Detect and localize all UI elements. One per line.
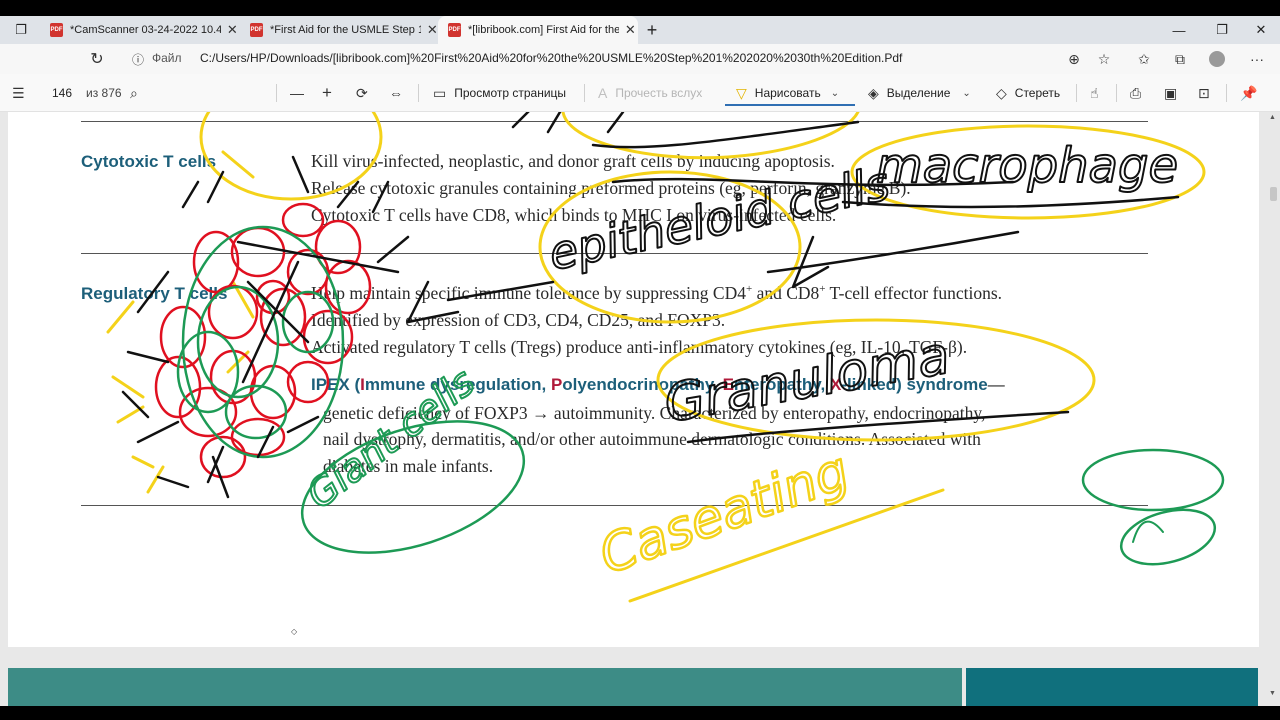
search-icon[interactable]: ⌕ — [130, 82, 138, 104]
ink-small-diamond: ◇ — [291, 627, 298, 636]
read-aloud-label: Прочесть вслух — [615, 86, 703, 100]
touch-icon[interactable]: ☝ — [1090, 82, 1099, 104]
vertical-scrollbar[interactable]: ▲ ▼ — [1268, 112, 1278, 706]
tab-camscanner[interactable]: PDF *CamScanner 03-24-2022 10.40 ✕ — [40, 16, 240, 44]
zoom-in-icon[interactable]: + — [322, 82, 332, 104]
zoom-icon[interactable]: ⊕ — [1064, 49, 1084, 69]
erase-icon: ◇ — [996, 84, 1007, 101]
next-page-banner-right — [966, 668, 1258, 706]
save-as-icon[interactable]: ⊡ — [1198, 82, 1210, 104]
ink-word-macrophage: macrophage — [876, 138, 1178, 194]
profile-icon[interactable] — [1206, 49, 1228, 69]
pdf-icon: PDF — [50, 23, 63, 37]
pdf-viewer[interactable]: Cytotoxic T cells Kill virus-infected, n… — [0, 112, 1280, 706]
chevron-down-icon[interactable]: ⌄ — [831, 88, 839, 99]
favorites-icon[interactable]: ✩ — [1134, 49, 1154, 69]
ink-word-caseating: Caseating — [592, 441, 857, 586]
file-label: Файл — [152, 51, 182, 65]
read-aloud-button[interactable]: A Прочесть вслух — [598, 82, 702, 104]
new-tab-icon[interactable]: + — [633, 16, 671, 44]
draw-active-indicator — [725, 104, 855, 106]
ink-word-giant-cells: Giant cells — [298, 360, 482, 518]
minimize-icon[interactable]: — — [1160, 16, 1198, 44]
read-aloud-icon: A — [598, 85, 608, 101]
scroll-down-icon[interactable]: ▼ — [1269, 690, 1276, 697]
ink-yellow-arc-top — [561, 112, 860, 160]
collections-icon[interactable]: ⧉ — [1170, 49, 1190, 69]
save-icon[interactable]: ▣ — [1164, 82, 1177, 104]
highlight-label: Выделение — [886, 86, 951, 100]
pdf-icon: PDF — [448, 23, 461, 37]
ink-green-ellipse-right-bottom — [1119, 508, 1217, 566]
close-window-icon[interactable]: ✕ — [1242, 16, 1280, 44]
page-total: из 876 — [86, 86, 122, 100]
rotate-icon[interactable]: ⟳ — [356, 82, 368, 104]
close-icon[interactable]: ✕ — [225, 22, 240, 38]
highlight-button[interactable]: ◈ Выделение ⌄ — [868, 82, 971, 104]
fit-icon[interactable]: ⇔ — [389, 82, 403, 104]
tab-first-aid[interactable]: PDF *First Aid for the USMLE Step 1 2 ✕ — [240, 16, 440, 44]
tab-strip: ❐ PDF *CamScanner 03-24-2022 10.40 ✕ PDF… — [0, 16, 1280, 44]
url-field[interactable]: C:/Users/HP/Downloads/[libribook.com]%20… — [200, 51, 902, 65]
erase-button[interactable]: ◇ Стереть — [996, 82, 1060, 104]
print-icon[interactable]: ⎙ — [1130, 82, 1141, 104]
zoom-out-icon[interactable]: — — [290, 82, 304, 104]
info-icon[interactable]: ⓘ — [130, 49, 146, 69]
scroll-thumb[interactable] — [1270, 187, 1277, 201]
scroll-up-icon[interactable]: ▲ — [1269, 114, 1276, 121]
pin-icon[interactable]: 📌 — [1240, 82, 1257, 104]
draw-label: Нарисовать — [754, 86, 821, 100]
page-view-label: Просмотр страницы — [454, 86, 567, 100]
erase-label: Стереть — [1014, 86, 1061, 100]
ink-annotations[interactable]: macrophage epitheloid cells Granuloma Ca… — [8, 112, 1259, 647]
contents-icon[interactable]: ☰ — [12, 82, 25, 104]
pdf-page: Cytotoxic T cells Kill virus-infected, n… — [8, 112, 1259, 647]
pdf-toolbar: ☰ 146 из 876 ⌕ — + ⟳ ⇔ ▭ Просмотр страни… — [0, 74, 1280, 112]
page-number-input[interactable]: 146 — [52, 82, 72, 104]
page-view-icon: ▭ — [433, 84, 447, 101]
draw-icon: ▽ — [736, 84, 747, 101]
screen-bottom-border — [0, 706, 1280, 720]
page-view-button[interactable]: ▭ Просмотр страницы — [433, 82, 566, 104]
refresh-icon[interactable]: ↻ — [86, 49, 108, 69]
more-icon[interactable]: ··· — [1246, 49, 1268, 69]
tab-libribook[interactable]: PDF *[libribook.com] First Aid for the ✕ — [438, 16, 638, 44]
address-bar: ↻ ⓘ Файл C:/Users/HP/Downloads/[libriboo… — [0, 44, 1280, 74]
tab-actions-icon[interactable]: ❐ — [2, 16, 40, 44]
tab-title: *CamScanner 03-24-2022 10.40 — [70, 24, 221, 36]
maximize-icon[interactable]: ❐ — [1203, 16, 1241, 44]
pdf-icon: PDF — [250, 23, 263, 37]
next-page-banner-left — [8, 668, 962, 706]
draw-button[interactable]: ▽ Нарисовать ⌄ — [736, 82, 839, 104]
tab-title: *First Aid for the USMLE Step 1 2 — [270, 24, 421, 36]
star-icon[interactable]: ☆ — [1094, 49, 1114, 69]
chevron-down-icon[interactable]: ⌄ — [962, 88, 970, 99]
ink-yellow-squiggles — [106, 150, 255, 494]
tab-title: *[libribook.com] First Aid for the — [468, 24, 619, 36]
ink-green-ellipse-right-top — [1081, 448, 1225, 512]
screen-top-border — [0, 0, 1280, 16]
highlight-icon: ◈ — [868, 84, 879, 101]
